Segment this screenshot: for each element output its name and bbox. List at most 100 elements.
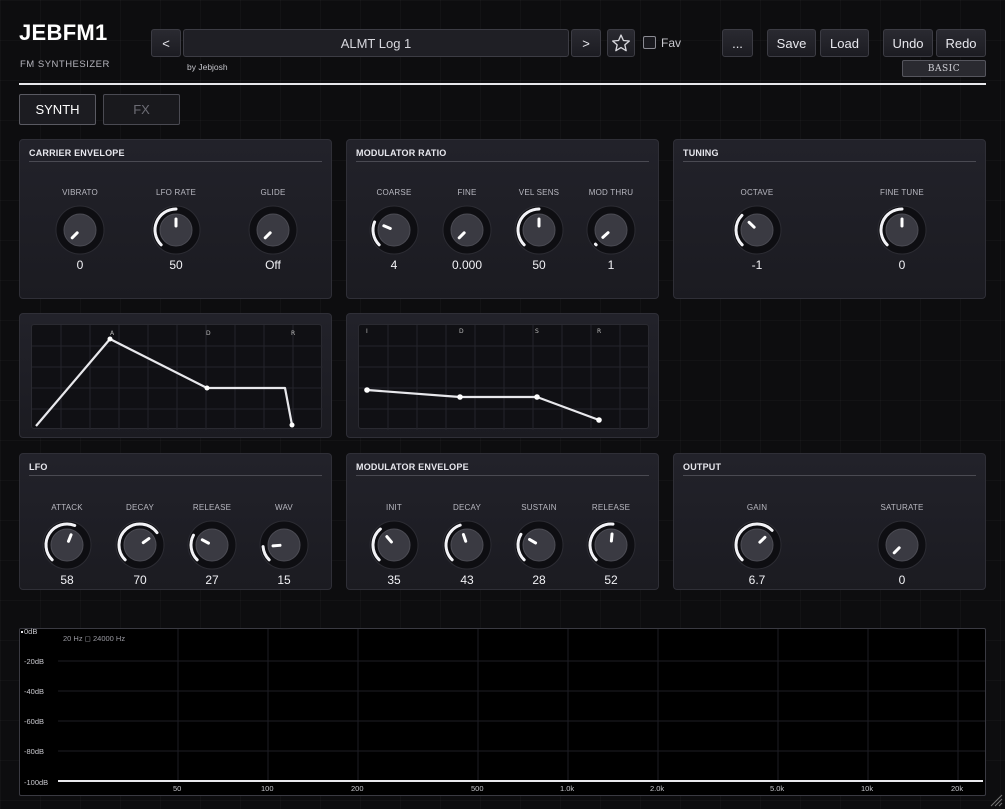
- env-marker-decay: D: [206, 330, 211, 337]
- knob-lfo-release[interactable]: RELEASE 27: [177, 503, 247, 587]
- prev-preset-button[interactable]: <: [151, 29, 181, 57]
- panel-title: CARRIER ENVELOPE: [29, 148, 125, 158]
- knob-value: -1: [751, 258, 763, 272]
- save-button[interactable]: Save: [767, 29, 816, 57]
- carrier-envelope-graph-panel: A D R: [19, 313, 332, 438]
- favorite-star-button[interactable]: [607, 29, 635, 57]
- panel-divider: [356, 161, 649, 162]
- knob-gain[interactable]: GAIN 6.7: [722, 503, 792, 587]
- knob-value: 0.000: [451, 258, 483, 272]
- knob-mod-decay[interactable]: DECAY 43: [432, 503, 502, 587]
- knob-octave[interactable]: OCTAVE -1: [722, 188, 792, 272]
- knob-label: RELEASE: [192, 503, 232, 512]
- knob-lfo-attack[interactable]: ATTACK 58: [32, 503, 102, 587]
- knob-label: DECAY: [126, 503, 154, 512]
- panel-divider: [683, 475, 976, 476]
- tab-synth[interactable]: SYNTH: [19, 94, 96, 125]
- env-marker-sustain: S: [535, 328, 539, 335]
- knob-dial[interactable]: [186, 519, 238, 571]
- knob-lfo-wav[interactable]: WAV 15: [249, 503, 319, 587]
- modulator-envelope-graph[interactable]: I D S R: [358, 324, 650, 430]
- freq-label: 1.0k: [560, 784, 575, 793]
- knob-dial[interactable]: [513, 519, 565, 571]
- knob-label: GLIDE: [260, 188, 286, 197]
- knob-mod-thru[interactable]: MOD THRU 1: [576, 188, 646, 272]
- panel-title: TUNING: [683, 148, 719, 158]
- knob-mod-sustain[interactable]: SUSTAIN 28: [504, 503, 574, 587]
- star-icon: [612, 34, 630, 52]
- knob-saturate[interactable]: SATURATE 0: [867, 503, 937, 587]
- next-preset-button[interactable]: >: [571, 29, 601, 57]
- redo-button[interactable]: Redo: [936, 29, 986, 57]
- knob-value: 35: [387, 573, 401, 587]
- mode-toggle-button[interactable]: BASIC: [902, 60, 986, 77]
- envelope-node[interactable]: [364, 387, 370, 393]
- envelope-node[interactable]: [289, 422, 295, 428]
- env-marker-release: R: [597, 328, 601, 335]
- knob-label: FINE: [457, 188, 477, 197]
- envelope-node[interactable]: [457, 394, 463, 400]
- knob-label: VIBRATO: [62, 188, 98, 197]
- knob-vel-sens[interactable]: VEL SENS 50: [504, 188, 574, 272]
- freq-label: 10k: [861, 784, 874, 793]
- knob-coarse[interactable]: COARSE 4: [359, 188, 429, 272]
- panel-divider: [356, 475, 649, 476]
- knob-mod-release[interactable]: RELEASE 52: [576, 503, 646, 587]
- app-subtitle: FM SYNTHESIZER: [20, 59, 110, 70]
- knob-label: LFO RATE: [155, 188, 197, 197]
- more-options-button[interactable]: ...: [722, 29, 753, 57]
- undo-button[interactable]: Undo: [883, 29, 933, 57]
- knob-glide[interactable]: GLIDE Off: [238, 188, 308, 272]
- knob-dial[interactable]: [876, 204, 928, 256]
- knob-lfo-rate[interactable]: LFO RATE 50: [141, 188, 211, 272]
- envelope-node[interactable]: [596, 417, 602, 423]
- knob-fine-tune[interactable]: FINE TUNE 0: [867, 188, 937, 272]
- knob-dial[interactable]: [513, 204, 565, 256]
- knob-dial[interactable]: [368, 204, 420, 256]
- knob-dial[interactable]: [441, 204, 493, 256]
- knob-label: GAIN: [746, 503, 768, 512]
- resize-grip-icon[interactable]: [990, 794, 1003, 807]
- env-marker-decay: D: [459, 328, 464, 335]
- knob-dial[interactable]: [585, 204, 637, 256]
- knob-dial[interactable]: [41, 519, 93, 571]
- tab-fx[interactable]: FX: [103, 94, 180, 125]
- knob-lfo-decay[interactable]: DECAY 70: [105, 503, 175, 587]
- knob-mod-init[interactable]: INIT 35: [359, 503, 429, 587]
- knob-dial[interactable]: [731, 519, 783, 571]
- db-label: -40dB: [24, 687, 45, 696]
- load-button[interactable]: Load: [820, 29, 869, 57]
- fav-checkbox[interactable]: [643, 36, 656, 49]
- knob-dial[interactable]: [150, 204, 202, 256]
- preset-name-display[interactable]: ALMT Log 1: [183, 29, 569, 57]
- knob-dial[interactable]: [114, 519, 166, 571]
- carrier-envelope-graph[interactable]: A D R: [31, 324, 323, 430]
- knob-value: 43: [460, 573, 474, 587]
- knob-dial[interactable]: [585, 519, 637, 571]
- envelope-node[interactable]: [107, 336, 113, 342]
- knob-dial[interactable]: [368, 519, 420, 571]
- modulator-envelope-graph-panel: I D S R: [346, 313, 659, 438]
- freq-label: 2.0k: [650, 784, 665, 793]
- knob-label: VEL SENS: [518, 188, 560, 197]
- knob-vibrato[interactable]: VIBRATO 0: [45, 188, 115, 272]
- freq-label: 500: [471, 784, 484, 793]
- knob-label: OCTAVE: [740, 188, 774, 197]
- envelope-node[interactable]: [534, 394, 540, 400]
- envelope-node[interactable]: [204, 385, 210, 391]
- knob-value: Off: [265, 258, 281, 272]
- knob-value: 58: [60, 573, 74, 587]
- knob-fine[interactable]: FINE 0.000: [432, 188, 502, 272]
- knob-label: COARSE: [376, 188, 412, 197]
- env-marker-attack: A: [110, 330, 115, 337]
- knob-label: ATTACK: [51, 503, 83, 512]
- knob-dial[interactable]: [731, 204, 783, 256]
- knob-dial[interactable]: [876, 519, 928, 571]
- spectrum-range-note: 20 Hz ◻ 24000 Hz: [63, 634, 126, 643]
- fav-label: Fav: [661, 36, 682, 50]
- knob-dial[interactable]: [247, 204, 299, 256]
- knob-dial[interactable]: [258, 519, 310, 571]
- knob-dial[interactable]: [441, 519, 493, 571]
- knob-value: 0: [898, 258, 906, 272]
- knob-dial[interactable]: [54, 204, 106, 256]
